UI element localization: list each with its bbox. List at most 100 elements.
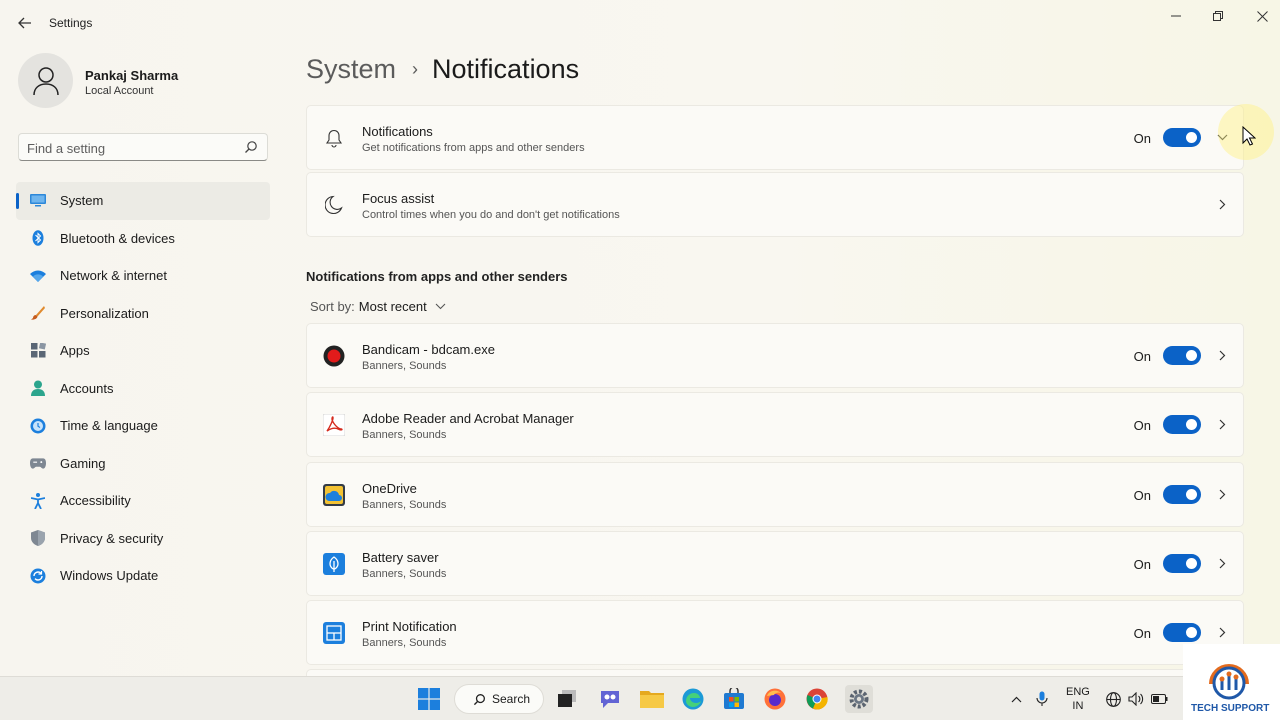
notifications-card[interactable]: Notifications Get notifications from app…: [306, 105, 1244, 170]
profile-name: Pankaj Sharma: [85, 68, 179, 83]
teams-chat-button[interactable]: [597, 686, 623, 712]
card-title: Focus assist: [362, 191, 435, 206]
chevron-down-icon: [435, 301, 447, 313]
app-row-partial[interactable]: [306, 669, 1244, 676]
sidebar-item-label: Apps: [60, 343, 90, 359]
sidebar-item-bluetooth[interactable]: Bluetooth & devices: [16, 220, 270, 258]
chevron-up-icon: [1011, 696, 1021, 702]
start-button[interactable]: [416, 686, 442, 712]
back-button[interactable]: [14, 12, 36, 34]
app-row[interactable]: OneDrive Banners, Sounds On: [306, 462, 1244, 527]
sidebar-item-apps[interactable]: Apps: [16, 332, 270, 370]
show-hidden-icons-button[interactable]: [1007, 690, 1025, 708]
folder-icon: [640, 691, 664, 708]
sidebar-item-gaming[interactable]: Gaming: [16, 445, 270, 483]
page-title: Notifications: [432, 54, 580, 84]
sidebar-item-accessibility[interactable]: Accessibility: [16, 482, 270, 520]
toggle-state-label: On: [1133, 626, 1151, 641]
chat-icon: [601, 691, 619, 708]
globe-clock-icon: [30, 418, 46, 434]
task-view-button[interactable]: [554, 686, 580, 712]
sidebar-item-system[interactable]: System: [16, 182, 270, 220]
open-button[interactable]: [1215, 485, 1229, 503]
toggle-state-label: On: [1133, 488, 1151, 503]
close-icon: [1256, 10, 1268, 22]
app-detail: Banners, Sounds: [362, 429, 447, 441]
sidebar-nav: System Bluetooth & devices Network & int…: [16, 182, 270, 595]
app-name: Adobe Reader and Acrobat Manager: [362, 411, 574, 426]
close-button[interactable]: [1244, 6, 1280, 26]
app-notification-toggle[interactable]: [1163, 623, 1201, 642]
sidebar-item-network[interactable]: Network & internet: [16, 257, 270, 295]
open-button[interactable]: [1215, 346, 1229, 364]
adobe-icon: [323, 414, 345, 436]
avatar: [18, 53, 73, 108]
notifications-toggle[interactable]: [1163, 128, 1201, 147]
speaker-icon: [1128, 692, 1144, 706]
language-code: ENG: [1066, 686, 1090, 698]
restore-button[interactable]: [1200, 6, 1236, 26]
sidebar-item-label: Windows Update: [60, 568, 159, 584]
open-button[interactable]: [1215, 415, 1229, 433]
sort-dropdown[interactable]: Sort by: Most recent: [310, 299, 447, 314]
profile-account-type: Local Account: [85, 85, 154, 97]
settings-taskbar-button[interactable]: [845, 685, 873, 713]
bluetooth-icon: [30, 230, 46, 247]
app-row[interactable]: Bandicam - bdcam.exe Banners, Sounds On: [306, 323, 1244, 388]
sidebar-item-accounts[interactable]: Accounts: [16, 370, 270, 408]
sidebar-item-label: Network & internet: [60, 268, 167, 284]
taskbar-search[interactable]: Search: [454, 684, 544, 714]
breadcrumb-separator: ›: [412, 59, 419, 79]
network-tray-button[interactable]: [1104, 690, 1122, 708]
sidebar-item-time-language[interactable]: Time & language: [16, 407, 270, 445]
chrome-button[interactable]: [804, 686, 830, 712]
app-notification-toggle[interactable]: [1163, 554, 1201, 573]
sidebar-item-privacy[interactable]: Privacy & security: [16, 520, 270, 558]
toggle-state-label: On: [1133, 418, 1151, 433]
volume-tray-button[interactable]: [1127, 690, 1145, 708]
gear-icon: [849, 689, 869, 709]
microphone-button[interactable]: [1033, 690, 1051, 708]
search-input[interactable]: [27, 138, 237, 158]
sidebar-item-label: Privacy & security: [60, 530, 164, 546]
person-icon: [30, 380, 46, 397]
update-icon: [30, 568, 46, 584]
shield-icon: [30, 530, 46, 547]
app-name: OneDrive: [362, 481, 417, 496]
section-title: Notifications from apps and other sender…: [306, 269, 568, 284]
sort-value: Most recent: [358, 299, 427, 314]
taskbar: Search ENG IN: [0, 676, 1280, 720]
app-notification-toggle[interactable]: [1163, 346, 1201, 365]
firefox-button[interactable]: [762, 686, 788, 712]
app-row[interactable]: Print Notification Banners, Sounds On: [306, 600, 1244, 665]
search-icon[interactable]: [244, 140, 258, 154]
minimize-button[interactable]: [1158, 6, 1194, 26]
tech-support-watermark: TECH SUPPORT: [1183, 644, 1280, 720]
settings-search[interactable]: [18, 133, 268, 161]
open-button[interactable]: [1215, 623, 1229, 641]
gamepad-icon: [30, 455, 46, 471]
search-icon: [473, 693, 486, 706]
store-button[interactable]: [721, 686, 747, 712]
sidebar-item-windows-update[interactable]: Windows Update: [16, 557, 270, 595]
app-detail: Banners, Sounds: [362, 637, 447, 649]
breadcrumb-parent[interactable]: System: [306, 54, 396, 85]
open-button[interactable]: [1215, 195, 1229, 213]
app-notification-toggle[interactable]: [1163, 415, 1201, 434]
app-row[interactable]: Battery saver Banners, Sounds On: [306, 531, 1244, 596]
card-subtitle: Get notifications from apps and other se…: [362, 142, 585, 154]
input-language-indicator[interactable]: ENG IN: [1066, 685, 1090, 713]
edge-browser-icon: [682, 688, 704, 710]
focus-assist-card[interactable]: Focus assist Control times when you do a…: [306, 172, 1244, 237]
sort-label: Sort by:: [310, 299, 355, 314]
toggle-state-label: On: [1133, 349, 1151, 364]
language-region: IN: [1072, 700, 1084, 712]
app-notification-toggle[interactable]: [1163, 485, 1201, 504]
edge-button[interactable]: [680, 686, 706, 712]
sidebar-item-personalization[interactable]: Personalization: [16, 295, 270, 333]
person-avatar-icon: [32, 66, 59, 95]
open-button[interactable]: [1215, 554, 1229, 572]
app-row[interactable]: Adobe Reader and Acrobat Manager Banners…: [306, 392, 1244, 457]
battery-tray-button[interactable]: [1150, 690, 1168, 708]
file-explorer-button[interactable]: [639, 686, 665, 712]
